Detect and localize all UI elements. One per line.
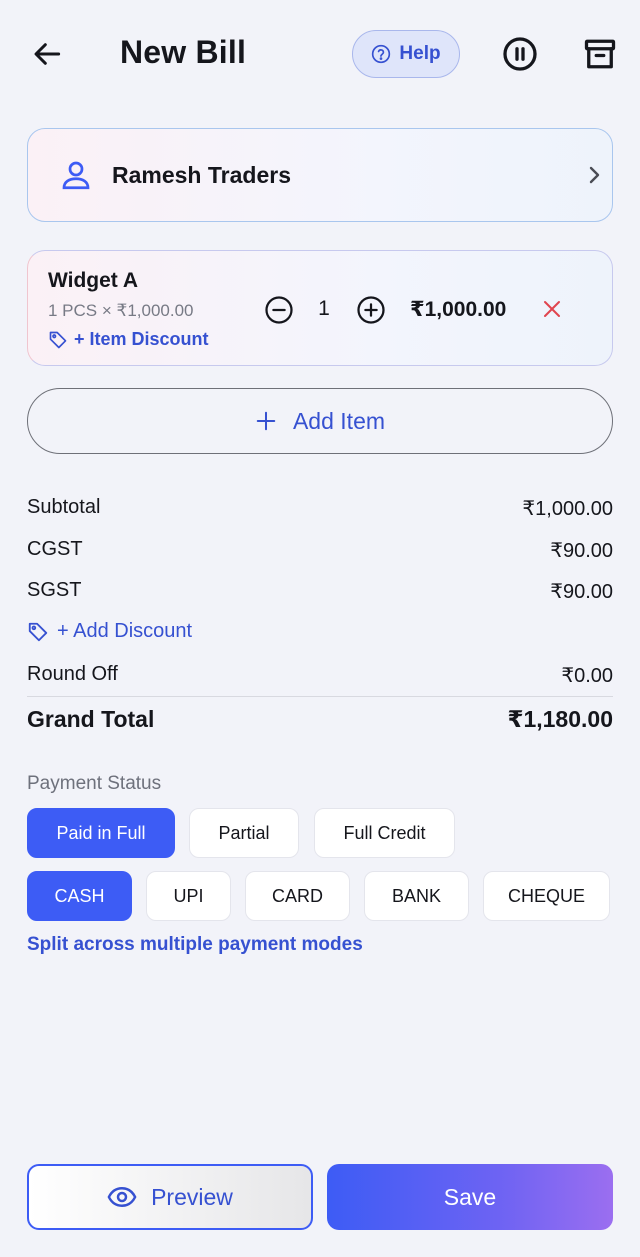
plus-icon	[256, 411, 276, 431]
mode-chip-cash[interactable]: CASH	[27, 871, 132, 921]
cgst-label: CGST	[27, 538, 83, 560]
add-item-label: Add Item	[292, 407, 386, 434]
decrease-quantity-icon[interactable]	[264, 295, 294, 325]
item-quantity: 1	[318, 297, 330, 320]
add-item-button[interactable]: Add Item	[27, 388, 613, 454]
chevron-right-icon	[589, 166, 600, 184]
help-circle-icon	[372, 44, 391, 64]
grand-total-row: Grand Total ₹1,180.00	[27, 706, 613, 733]
pause-circle-icon	[503, 37, 537, 71]
mode-chip-card[interactable]: CARD	[245, 871, 350, 921]
person-icon	[62, 161, 90, 190]
summary-divider	[27, 696, 613, 697]
item-name: Widget A	[48, 269, 139, 292]
round-off-value: ₹0.00	[561, 665, 613, 687]
save-button[interactable]: Save	[327, 1164, 613, 1230]
item-total: ₹1,000.00	[410, 298, 507, 321]
item-discount-button[interactable]: + Item Discount	[48, 329, 209, 350]
tag-icon	[49, 331, 67, 348]
sgst-row: SGST ₹90.00	[27, 579, 613, 604]
help-button[interactable]: Help	[352, 30, 460, 78]
arrow-left-icon	[34, 43, 61, 65]
increase-quantity-icon[interactable]	[356, 295, 386, 325]
add-discount-label: + Add Discount	[57, 620, 193, 642]
mode-chip-cheque[interactable]: CHEQUE	[483, 871, 610, 921]
status-chip-paid-in-full[interactable]: Paid in Full	[27, 808, 175, 858]
payment-status-label: Payment Status	[27, 773, 162, 794]
subtotal-label: Subtotal	[27, 496, 101, 518]
preview-label: Preview	[151, 1183, 233, 1210]
hold-bill-button[interactable]	[496, 30, 544, 78]
subtotal-row: Subtotal ₹1,000.00	[27, 496, 613, 521]
preview-button[interactable]: Preview	[27, 1164, 313, 1230]
split-payment-link[interactable]: Split across multiple payment modes	[27, 934, 363, 956]
archive-button[interactable]	[576, 30, 624, 78]
archive-icon	[584, 39, 616, 69]
app-header: New Bill Help	[0, 0, 640, 110]
tag-icon	[28, 622, 48, 641]
save-label: Save	[443, 1183, 497, 1210]
grand-total-value: ₹1,180.00	[507, 706, 613, 732]
cgst-row: CGST ₹90.00	[27, 538, 613, 563]
mode-chip-upi[interactable]: UPI	[146, 871, 231, 921]
cgst-value: ₹90.00	[550, 540, 613, 562]
sgst-value: ₹90.00	[550, 581, 613, 603]
round-off-row: Round Off ₹0.00	[27, 663, 613, 688]
add-discount-button[interactable]: + Add Discount	[27, 620, 192, 643]
close-icon[interactable]	[540, 297, 564, 321]
item-quantity-price: 1 PCS × ₹1,000.00	[48, 301, 194, 320]
subtotal-value: ₹1,000.00	[522, 498, 613, 520]
sgst-label: SGST	[27, 579, 82, 601]
grand-total-label: Grand Total	[27, 706, 155, 732]
status-chip-full-credit[interactable]: Full Credit	[314, 808, 455, 858]
item-discount-label: + Item Discount	[74, 329, 209, 349]
page-title: New Bill	[120, 34, 247, 70]
round-off-label: Round Off	[27, 663, 118, 685]
customer-name: Ramesh Traders	[112, 162, 291, 188]
back-button[interactable]	[24, 30, 72, 78]
customer-selector[interactable]: Ramesh Traders	[27, 128, 613, 222]
mode-chip-bank[interactable]: BANK	[364, 871, 469, 921]
eye-icon	[107, 1187, 137, 1207]
bill-item-card: Widget A 1 PCS × ₹1,000.00 + Item Discou…	[27, 250, 613, 366]
help-label: Help	[399, 43, 441, 64]
status-chip-partial[interactable]: Partial	[189, 808, 299, 858]
